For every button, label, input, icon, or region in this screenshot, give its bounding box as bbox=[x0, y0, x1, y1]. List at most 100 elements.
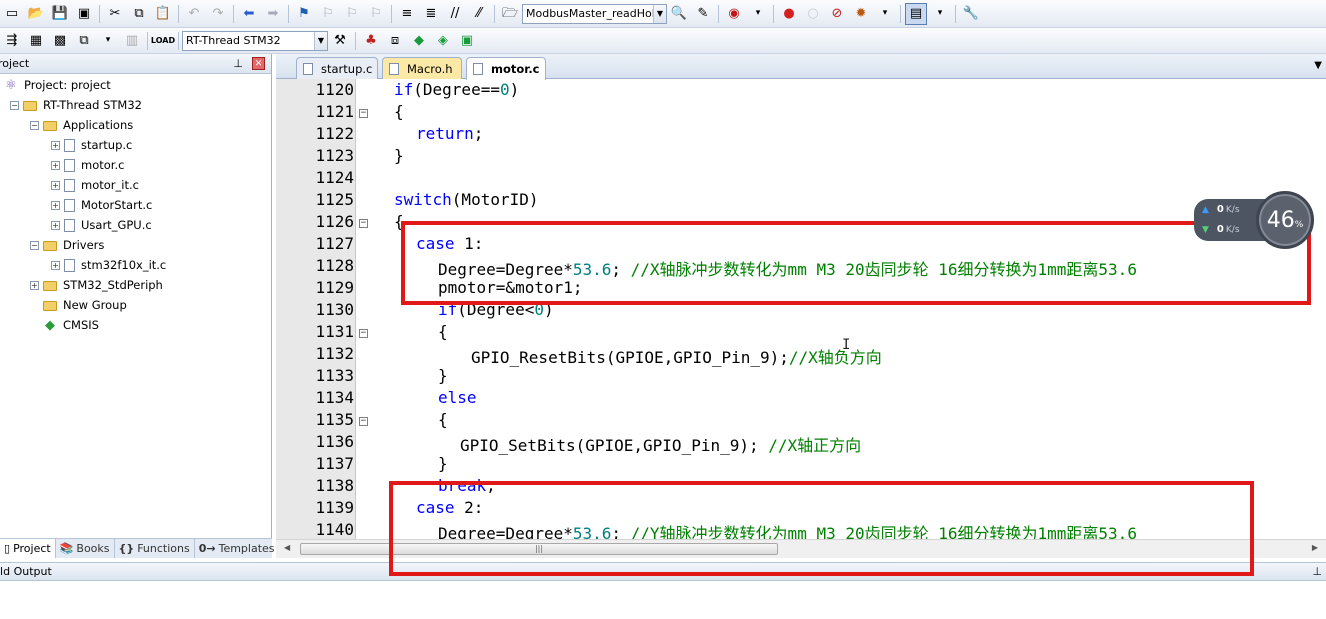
tree-item-group-stdperiph[interactable]: + STM32_StdPeriph bbox=[30, 275, 163, 295]
unindent-icon[interactable]: ≣ bbox=[420, 3, 442, 25]
tab-templates[interactable]: 0→ Templates bbox=[195, 539, 280, 558]
find-combo[interactable]: ModbusMaster_readHold ▼ bbox=[522, 3, 667, 24]
clear-bookmarks-icon[interactable]: ⚐ bbox=[365, 3, 387, 25]
expand-icon[interactable]: + bbox=[30, 280, 39, 290]
incremental-find-icon[interactable]: ✎ bbox=[692, 3, 714, 25]
expand-icon[interactable]: + bbox=[51, 140, 60, 150]
prev-bookmark-icon[interactable]: ⚐ bbox=[317, 3, 339, 25]
tab-motor-c[interactable]: motor.c bbox=[466, 57, 546, 80]
tree-item-project[interactable]: ⚛ Project: project bbox=[4, 75, 111, 95]
upload-speed: ▲ 0 K/s bbox=[1202, 204, 1240, 215]
tree-item-file[interactable]: + startup.c bbox=[51, 135, 132, 155]
save-icon[interactable]: 💾 bbox=[49, 3, 71, 25]
fold-toggle-icon[interactable]: − bbox=[359, 219, 368, 228]
select-packs-icon[interactable]: ◈ bbox=[432, 30, 454, 52]
toolbar-separator bbox=[178, 4, 179, 23]
navigate-back-icon[interactable]: ⬅ bbox=[238, 3, 260, 25]
tab-startup-c[interactable]: startup.c bbox=[296, 57, 378, 79]
tree-item-file[interactable]: + motor.c bbox=[51, 155, 124, 175]
navigate-forward-icon[interactable]: ➡ bbox=[262, 3, 284, 25]
cpu-usage-value: 46 bbox=[1266, 207, 1295, 233]
uncomment-icon[interactable]: ⁄⁄ bbox=[468, 3, 490, 25]
download-icon[interactable]: LOAD bbox=[151, 30, 175, 52]
templates-icon: 0→ bbox=[198, 542, 216, 555]
rebuild-icon[interactable]: ▩ bbox=[49, 30, 71, 52]
line-number: 1130 bbox=[315, 300, 354, 319]
next-bookmark-icon[interactable]: ⚐ bbox=[341, 3, 363, 25]
tab-project[interactable]: ▯ Project bbox=[0, 539, 56, 558]
expand-icon[interactable]: + bbox=[51, 260, 60, 270]
expand-icon[interactable]: + bbox=[51, 160, 60, 170]
run-time-environment-icon[interactable]: ▣ bbox=[456, 30, 478, 52]
tree-item-group-new[interactable]: New Group bbox=[43, 295, 127, 315]
fold-toggle-icon[interactable]: − bbox=[359, 109, 368, 118]
translate-icon[interactable]: ⇶ bbox=[1, 30, 23, 52]
redo-icon[interactable]: ↷ bbox=[207, 3, 229, 25]
breakpoint-icon[interactable]: ● bbox=[778, 3, 800, 25]
tree-item-file[interactable]: + MotorStart.c bbox=[51, 195, 152, 215]
pin-icon[interactable]: ⊥ bbox=[1312, 565, 1322, 578]
target-options-icon[interactable]: ⚒ bbox=[329, 30, 351, 52]
toolbar-separator bbox=[718, 4, 719, 23]
code-area[interactable]: 1120 1121 1122 1123 1124 1125 1126 1127 … bbox=[276, 79, 1326, 539]
manage-components-icon[interactable]: ♣ bbox=[360, 30, 382, 52]
close-icon[interactable]: ✕ bbox=[252, 57, 265, 70]
fold-toggle-icon[interactable]: − bbox=[359, 417, 368, 426]
network-speed-widget[interactable]: ▲ 0 K/s ▼ 0 K/s 46% bbox=[1194, 191, 1314, 249]
tab-macro-h[interactable]: Macro.h bbox=[382, 57, 462, 79]
file-extensions-icon[interactable]: ⧈ bbox=[384, 30, 406, 52]
scroll-right-icon[interactable]: ▶ bbox=[1312, 543, 1318, 552]
expand-icon[interactable]: + bbox=[51, 200, 60, 210]
tree-item-group-drivers[interactable]: − Drivers bbox=[30, 235, 104, 255]
kill-all-breakpoints-icon[interactable]: ✹ bbox=[850, 3, 872, 25]
tree-item-file[interactable]: + motor_it.c bbox=[51, 175, 139, 195]
indent-icon[interactable]: ≡ bbox=[396, 3, 418, 25]
chevron-down-icon[interactable]: ▾ bbox=[929, 3, 951, 25]
chevron-down-icon[interactable]: ▼ bbox=[1314, 60, 1322, 71]
tab-functions[interactable]: {} Functions bbox=[115, 539, 195, 558]
open-file-icon[interactable]: 📂 bbox=[25, 3, 47, 25]
comment-icon[interactable]: // bbox=[444, 3, 466, 25]
copy-icon[interactable]: ⧉ bbox=[128, 3, 150, 25]
disable-all-breakpoints-icon[interactable]: ⊘ bbox=[826, 3, 848, 25]
new-file-icon[interactable]: ▭ bbox=[1, 3, 23, 25]
expand-icon[interactable]: + bbox=[51, 220, 60, 230]
stop-build-icon[interactable]: ▥ bbox=[121, 30, 143, 52]
disable-breakpoint-icon[interactable]: ○ bbox=[802, 3, 824, 25]
cut-icon[interactable]: ✂ bbox=[104, 3, 126, 25]
functions-icon: {} bbox=[118, 542, 135, 555]
build-icon[interactable]: ▦ bbox=[25, 30, 47, 52]
undo-icon[interactable]: ↶ bbox=[183, 3, 205, 25]
find-in-files-icon[interactable]: 🗁 bbox=[499, 3, 521, 25]
chevron-down-icon[interactable]: ▾ bbox=[874, 3, 896, 25]
tab-books[interactable]: 📚 Books bbox=[56, 539, 115, 558]
window-layout-icon[interactable]: ▤ bbox=[905, 2, 927, 25]
expand-icon[interactable]: + bbox=[51, 180, 60, 190]
find-icon[interactable]: 🔍 bbox=[668, 3, 690, 25]
code-line: } bbox=[438, 366, 448, 385]
target-select[interactable]: RT-Thread STM32 ▼ bbox=[182, 30, 328, 51]
tree-item-group-applications[interactable]: − Applications bbox=[30, 115, 133, 135]
tree-item-file[interactable]: + stm32f10x_it.c bbox=[51, 255, 166, 275]
tree-item-cmsis[interactable]: ◆ CMSIS bbox=[43, 315, 99, 335]
bookmark-icon[interactable]: ⚑ bbox=[293, 3, 315, 25]
chevron-down-icon[interactable]: ▼ bbox=[653, 4, 666, 23]
batch-build-icon[interactable]: ⧉ bbox=[73, 30, 95, 52]
tree-item-file[interactable]: + Usart_GPU.c bbox=[51, 215, 152, 235]
tree-item-target[interactable]: − RT-Thread STM32 bbox=[10, 95, 142, 115]
save-all-icon[interactable]: ▣ bbox=[73, 3, 95, 25]
chevron-down-icon[interactable]: ▾ bbox=[747, 3, 769, 25]
scroll-left-icon[interactable]: ◀ bbox=[284, 543, 290, 552]
collapse-icon[interactable]: − bbox=[30, 120, 39, 130]
configure-icon[interactable]: 🔧 bbox=[960, 3, 982, 25]
fold-toggle-icon[interactable]: − bbox=[359, 329, 368, 338]
pin-icon[interactable]: ⊥ bbox=[233, 57, 243, 70]
debug-session-icon[interactable]: ◉ bbox=[723, 3, 745, 25]
paste-icon[interactable]: 📋 bbox=[152, 3, 174, 25]
collapse-icon[interactable]: − bbox=[30, 240, 39, 250]
chevron-down-icon[interactable]: ▼ bbox=[314, 31, 327, 50]
collapse-icon[interactable]: − bbox=[10, 100, 19, 110]
pack-installer-icon[interactable]: ◆ bbox=[408, 30, 430, 52]
toolbar-separator bbox=[233, 4, 234, 23]
chevron-down-icon[interactable]: ▾ bbox=[97, 30, 119, 52]
